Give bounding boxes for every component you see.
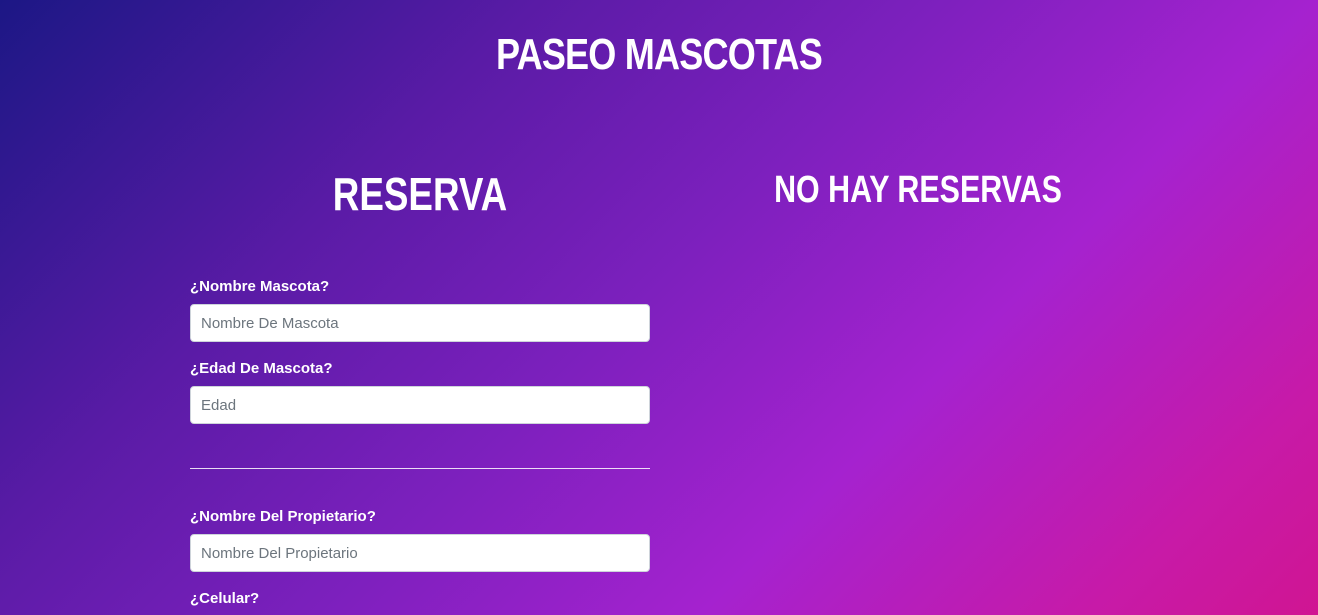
owner-name-input[interactable] bbox=[190, 534, 650, 572]
pet-name-input[interactable] bbox=[190, 304, 650, 342]
pet-age-input[interactable] bbox=[190, 386, 650, 424]
app-title: PASEO MASCOTAS bbox=[496, 30, 823, 79]
owner-name-label: ¿Nombre Del Propietario? bbox=[190, 508, 376, 525]
pet-name-label: ¿Nombre Mascota? bbox=[190, 278, 330, 295]
form-title: RESERVA bbox=[332, 168, 508, 220]
pet-age-label: ¿Edad De Mascota? bbox=[190, 360, 333, 377]
phone-label: ¿Celular? bbox=[190, 590, 260, 607]
no-reservations-title: NO HAY RESERVAS bbox=[774, 169, 1062, 211]
form-divider bbox=[190, 468, 650, 469]
